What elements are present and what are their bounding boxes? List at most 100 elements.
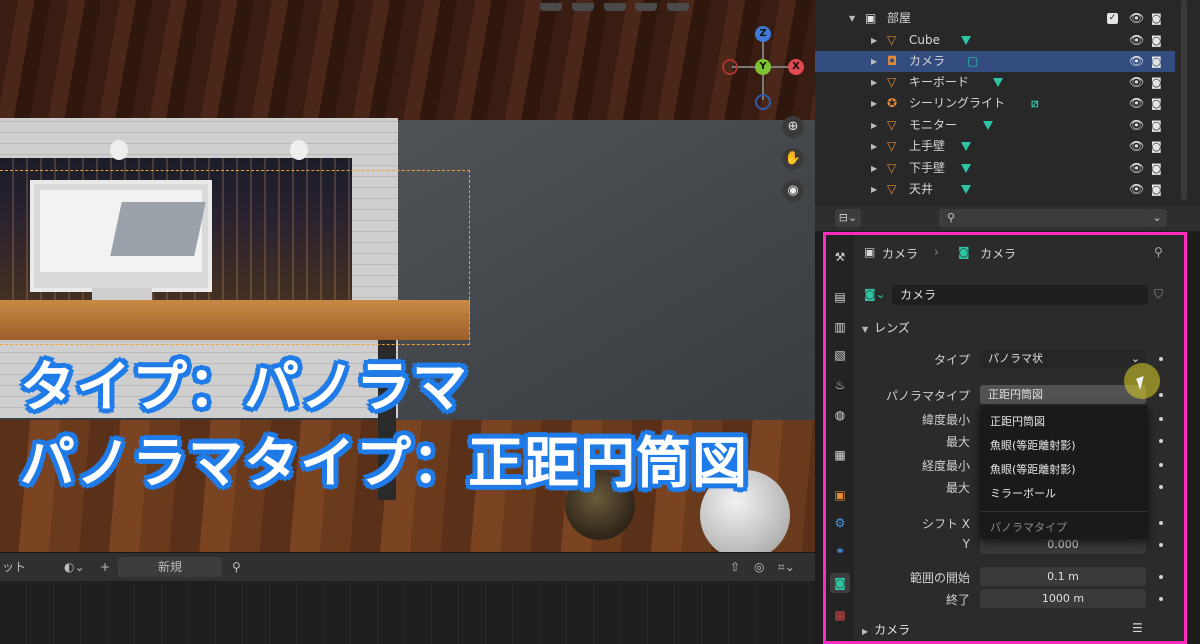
render-camera-icon[interactable]: ◙ — [1151, 72, 1162, 93]
editor-type-icon[interactable]: ⊟⌄ — [835, 209, 861, 227]
render-camera-icon[interactable]: ◙ — [1151, 93, 1162, 114]
dropdown-option[interactable]: 魚眼(等距離射影) — [990, 437, 1076, 453]
render-camera-icon[interactable]: ◙ — [1151, 136, 1162, 157]
type-select[interactable]: パノラマ状 ⌄ — [980, 349, 1146, 368]
panorama-type-dropdown[interactable]: 正距円筒図 魚眼(等距離射影) 魚眼(等距離射影) ミラーボール パノラマタイプ — [980, 405, 1148, 539]
eye-icon[interactable]: 👁 — [1129, 72, 1144, 93]
eye-icon[interactable]: 👁 — [1129, 179, 1144, 200]
timeline-editor[interactable]: ット ◐⌄ + 新規 ⚲ ⇧ ◎ ⌗⌄ — [0, 552, 815, 644]
viewport-header-buttons[interactable] — [540, 0, 815, 11]
eye-icon[interactable]: 👁 — [1129, 30, 1144, 51]
render-camera-icon[interactable]: ◙ — [1151, 30, 1162, 51]
navigation-gizmo[interactable]: Z Y X — [718, 26, 808, 116]
view-layer-tab-icon[interactable]: ▧ — [830, 345, 850, 365]
chevron-down-icon[interactable]: ⌄ — [1147, 209, 1167, 227]
keyframe-dot[interactable] — [1159, 393, 1163, 397]
constraint-tab-icon[interactable]: ⚭ — [830, 541, 850, 561]
header-button[interactable] — [540, 3, 562, 11]
datablock-browse-icon[interactable]: ◙⌄ — [864, 287, 886, 301]
eye-icon[interactable]: 👁 — [1129, 93, 1144, 114]
keyframe-dot[interactable] — [1159, 463, 1163, 467]
outliner-item[interactable]: ▶ ▽ 下手壁 👁 ◙ — [815, 158, 1175, 179]
add-button[interactable]: + — [100, 557, 110, 577]
lens-panel-header[interactable]: ▼ レンズ — [862, 319, 910, 336]
dropdown-option[interactable]: 魚眼(等距離射影) — [990, 461, 1076, 477]
gizmo-z-ball[interactable]: Z — [755, 26, 771, 42]
outliner-item[interactable]: ▶ ▽ Cube 👁 ◙ — [815, 30, 1175, 51]
panel-expand-icon[interactable]: ▶ — [862, 627, 868, 636]
expand-arrow-icon[interactable]: ▶ — [871, 30, 877, 51]
eye-icon[interactable]: 👁 — [1129, 115, 1144, 136]
snap-icon[interactable]: ◎ — [754, 557, 764, 577]
keyframe-dot[interactable] — [1159, 417, 1163, 421]
gizmo-neg-x-ball[interactable] — [722, 59, 738, 75]
collection-tab-icon[interactable]: ▦ — [830, 445, 850, 465]
header-button[interactable] — [603, 3, 626, 11]
expand-arrow-icon[interactable]: ▶ — [871, 115, 877, 136]
world-tab-icon[interactable]: ◍ — [830, 405, 850, 425]
outliner-item[interactable]: ▶ ▽ モニター 👁 ◙ — [815, 115, 1175, 136]
gizmo-y-ball[interactable]: Y — [755, 59, 771, 75]
scene-tab-icon[interactable]: ♨ — [830, 375, 850, 395]
expand-arrow-icon[interactable]: ▶ — [871, 179, 877, 200]
pin-icon[interactable]: ⚲ — [1154, 245, 1163, 259]
outliner-item[interactable]: ▶ ▽ 上手壁 👁 ◙ — [815, 136, 1175, 157]
fake-user-shield-icon[interactable]: ⛉ — [1154, 287, 1163, 302]
expand-arrow-icon[interactable]: ▶ — [871, 136, 877, 157]
header-button[interactable] — [571, 3, 594, 11]
clip-end-field[interactable]: 1000 m — [980, 589, 1146, 608]
clip-start-field[interactable]: 0.1 m — [980, 567, 1146, 586]
eye-icon[interactable]: 👁 — [1129, 51, 1144, 72]
checkbox-icon[interactable]: ✓ — [1107, 13, 1118, 24]
camera-data-tab-icon[interactable]: ◙ — [830, 573, 850, 593]
dropdown-option[interactable]: 正距円筒図 — [990, 413, 1045, 429]
render-camera-icon[interactable]: ◙ — [1151, 158, 1162, 179]
keyframe-dot[interactable] — [1159, 521, 1163, 525]
render-tab-icon[interactable]: ▤ — [830, 287, 850, 307]
new-button[interactable]: 新規 — [118, 557, 222, 577]
keyframe-dot[interactable] — [1159, 439, 1163, 443]
gizmo-neg-z-ball[interactable] — [755, 94, 771, 110]
camera-view-icon[interactable]: ◉ — [782, 180, 804, 202]
3d-viewport[interactable]: Z Y X ⊕ ✋ ◉ タイプ：パノラマ パノラマタイプ：正距円筒図 — [0, 0, 815, 552]
render-camera-icon[interactable]: ◙ — [1151, 51, 1162, 72]
eye-icon[interactable]: 👁 — [1129, 8, 1144, 29]
panel-collapse-icon[interactable]: ▼ — [862, 325, 868, 334]
transform-icon[interactable]: ⌗⌄ — [778, 557, 795, 577]
header-button[interactable] — [667, 3, 690, 11]
keyframe-dot[interactable] — [1159, 485, 1163, 489]
list-icon[interactable]: ☰ — [1132, 621, 1143, 635]
editor-mode-select[interactable]: ット — [2, 557, 26, 577]
pan-hand-icon[interactable]: ✋ — [782, 148, 804, 170]
timeline-grid[interactable] — [0, 581, 815, 644]
texture-tab-icon[interactable]: ▩ — [830, 605, 850, 625]
expand-arrow-icon[interactable]: ▶ — [871, 72, 877, 93]
up-arrow-icon[interactable]: ⇧ — [730, 557, 740, 577]
keyframe-dot[interactable] — [1159, 357, 1163, 361]
render-camera-icon[interactable]: ◙ — [1151, 8, 1162, 29]
object-tab-icon[interactable]: ▣ — [830, 485, 850, 505]
expand-arrow-icon[interactable]: ▼ — [849, 8, 855, 29]
outliner-item[interactable]: ▶ ▽ キーボード 👁 ◙ — [815, 72, 1175, 93]
eye-icon[interactable]: 👁 — [1129, 136, 1144, 157]
outliner[interactable]: ▼ ▣ 部屋 ✓ 👁 ◙ ▶ ▽ Cube 👁 ◙ ▶ ◘ カメラ ▢ 👁 ◙ … — [815, 0, 1200, 210]
tool-tab-icon[interactable]: ⚒ — [830, 247, 850, 267]
expand-arrow-icon[interactable]: ▶ — [871, 93, 877, 114]
dropdown-option[interactable]: ミラーボール — [990, 485, 1056, 501]
search-input[interactable]: ⚲ — [939, 209, 1149, 227]
render-camera-icon[interactable]: ◙ — [1151, 179, 1162, 200]
outliner-collection-row[interactable]: ▼ ▣ 部屋 ✓ 👁 ◙ — [815, 8, 1175, 29]
header-button[interactable] — [635, 3, 658, 11]
pin-icon[interactable]: ⚲ — [232, 557, 241, 577]
keyframe-dot[interactable] — [1159, 597, 1163, 601]
outliner-scrollbar[interactable] — [1181, 0, 1187, 200]
gizmo-x-ball[interactable]: X — [788, 59, 804, 75]
eye-icon[interactable]: 👁 — [1129, 158, 1144, 179]
keyframe-dot[interactable] — [1159, 575, 1163, 579]
render-camera-icon[interactable]: ◙ — [1151, 115, 1162, 136]
modifier-tab-icon[interactable]: ⚙ — [830, 513, 850, 533]
outliner-item[interactable]: ▶ ✪ シーリングライト ⧄ 👁 ◙ — [815, 93, 1175, 114]
shading-ball-icon[interactable]: ◐⌄ — [64, 557, 85, 577]
outliner-item-selected[interactable]: ▶ ◘ カメラ ▢ 👁 ◙ — [815, 51, 1175, 72]
expand-arrow-icon[interactable]: ▶ — [871, 51, 877, 72]
